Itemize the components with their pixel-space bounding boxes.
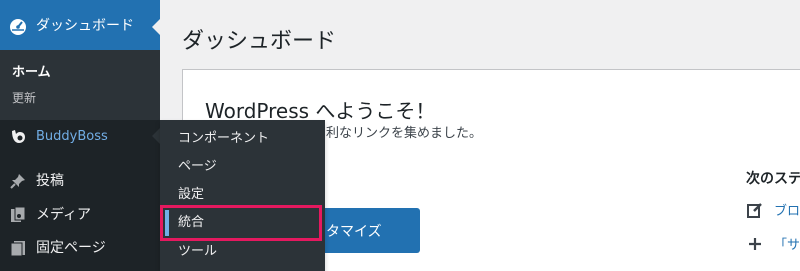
welcome-subtitle: 利なリンクを集めました。 [326, 126, 483, 141]
sidebar-item-label: 投稿 [36, 173, 64, 189]
sidebar-item-label: BuddyBoss [36, 129, 108, 144]
flyout-item-pages[interactable]: ページ [178, 158, 217, 176]
sidebar-item-label: ダッシュボード [36, 18, 134, 34]
pin-icon [9, 172, 27, 190]
edit-icon [746, 201, 766, 219]
sidebar-item-posts[interactable]: 投稿 [0, 165, 160, 197]
sidebar-item-pages[interactable]: 固定ページ [0, 232, 160, 264]
next-step-site-link[interactable]: 「サ [774, 234, 800, 253]
next-step-site[interactable]: 「サ [746, 234, 800, 253]
sidebar-item-dashboard[interactable]: ダッシュボード [0, 0, 160, 50]
highlight-box [160, 205, 322, 241]
next-step-blog[interactable]: ブロ [746, 200, 800, 219]
sidebar-item-media[interactable]: メディア [0, 199, 160, 231]
admin-sidebar: ダッシュボード ホーム 更新 BuddyBoss 投稿 メディア 固定ページ [0, 0, 160, 271]
flyout-item-components[interactable]: コンポーネント [178, 130, 269, 148]
next-steps-heading: 次のステ [746, 171, 800, 187]
flyout-arrow [152, 128, 160, 144]
media-icon [9, 206, 27, 224]
current-menu-arrow [152, 19, 160, 35]
flyout-item-settings[interactable]: 設定 [178, 186, 204, 204]
submenu-home[interactable]: ホーム [12, 61, 51, 80]
flyout-item-tools[interactable]: ツール [178, 243, 217, 261]
sidebar-item-label: メディア [36, 207, 92, 223]
sidebar-item-buddyboss[interactable]: BuddyBoss [0, 120, 160, 152]
page-title: ダッシュボード [182, 29, 337, 54]
next-step-blog-link[interactable]: ブロ [774, 200, 800, 219]
submenu-update[interactable]: 更新 [12, 89, 36, 106]
dashboard-gauge-icon [9, 17, 27, 35]
sidebar-item-label: 固定ページ [36, 240, 106, 256]
customize-button[interactable]: タマイズ [324, 208, 420, 253]
buddyboss-icon [9, 127, 27, 145]
page-icon [9, 239, 27, 257]
plus-icon [746, 235, 766, 253]
